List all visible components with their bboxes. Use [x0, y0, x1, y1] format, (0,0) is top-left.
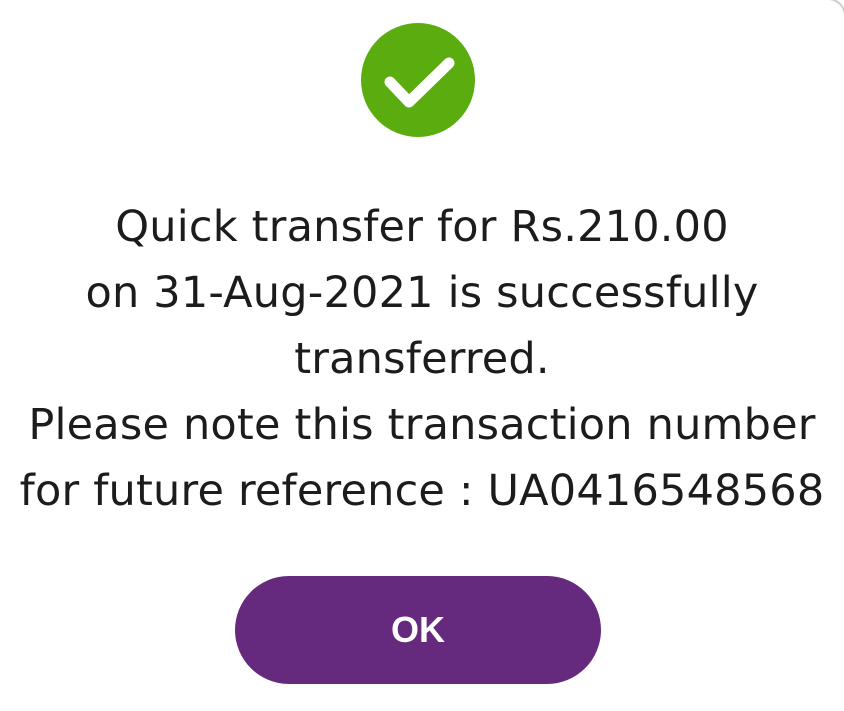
- confirmation-message: Quick transfer for Rs.210.00 on 31-Aug-2…: [0, 194, 844, 524]
- message-line: Quick transfer for Rs.210.00: [115, 202, 729, 252]
- message-line: Please note this transaction number: [28, 400, 816, 450]
- dialog-corner: [824, 0, 844, 20]
- success-dialog: Quick transfer for Rs.210.00 on 31-Aug-2…: [0, 0, 844, 711]
- message-line: for future reference : UA0416548568: [19, 466, 825, 516]
- check-circle-icon: [361, 23, 475, 137]
- ok-button[interactable]: OK: [235, 576, 601, 684]
- message-line: transferred.: [294, 334, 550, 384]
- message-line: on 31-Aug-2021 is successfully: [85, 268, 759, 318]
